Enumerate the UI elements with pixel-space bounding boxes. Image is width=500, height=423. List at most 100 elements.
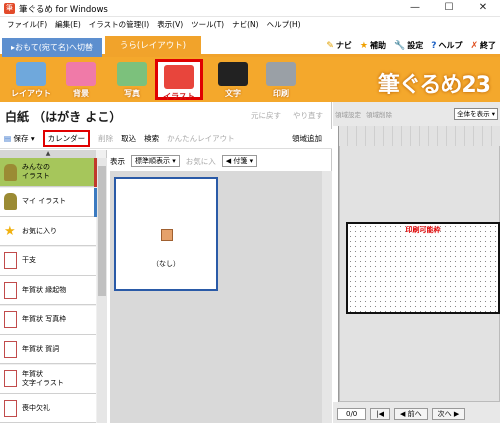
category-item[interactable]: みんなの イラスト: [0, 158, 97, 187]
delete-button[interactable]: 削除: [98, 133, 113, 144]
brand-logo: 筆ぐるめ23: [377, 73, 491, 98]
card-icon: [4, 340, 17, 358]
category-label: 年賀状 写真枠: [22, 315, 67, 323]
category-label: 年賀状 縁起物: [22, 285, 67, 294]
star-icon: ★: [4, 222, 17, 240]
menu-edit[interactable]: 編集(E): [51, 17, 85, 31]
zoom-select-value: 全体を表示: [457, 110, 490, 118]
card-icon: [4, 399, 17, 417]
category-item[interactable]: 年賀状 縁起物: [0, 276, 96, 305]
illust-thumbnail[interactable]: （なし）: [114, 177, 218, 291]
tag-select[interactable]: ◀ 付箋 ▾: [221, 155, 258, 167]
category-label: マイ イラスト: [22, 197, 67, 205]
tab-back-layout[interactable]: うら(レイアウト): [105, 36, 201, 57]
sort-select-value: 標準順表示: [135, 157, 170, 165]
top-tool-wrench[interactable]: 🔧 設定: [394, 40, 423, 51]
top-tool-label: ヘルプ: [438, 41, 463, 50]
preview-toolbar: 領域設定 領域削除 全体を表示 ▾: [333, 108, 500, 120]
top-tool-label: 補助: [370, 41, 386, 50]
category-item[interactable]: ★ お気に入り: [0, 217, 96, 246]
category-scrollbar[interactable]: [97, 158, 107, 423]
category-item[interactable]: 年賀状 賀詞: [0, 335, 96, 364]
toolbar-background-button[interactable]: 背景: [57, 59, 105, 100]
maximize-button[interactable]: ☐: [432, 0, 466, 17]
category-label: 年賀状 文字イラスト: [22, 369, 64, 387]
undo-button[interactable]: 元に戻す: [251, 110, 281, 121]
top-tool-label: 終了: [480, 41, 496, 50]
card-icon: [4, 311, 17, 328]
illust-scrollbar[interactable]: [322, 171, 332, 423]
postcard-page[interactable]: 印刷可能枠: [346, 222, 500, 314]
top-tool-label: ナビ: [335, 41, 352, 50]
wrench-icon: 🔧: [394, 40, 406, 51]
search-button[interactable]: 検索: [144, 133, 159, 144]
toolbar-print-button[interactable]: 印刷: [257, 59, 305, 100]
page-counter: 0/0: [337, 408, 367, 420]
toolbar-label: 文字: [225, 89, 241, 98]
category-item[interactable]: 年賀状 写真枠: [0, 305, 96, 335]
photo-icon: [117, 62, 147, 86]
import-button[interactable]: 取込: [121, 133, 136, 144]
prev-page-button[interactable]: ◀ 前へ: [394, 408, 428, 420]
next-page-button[interactable]: 次へ ▶: [431, 408, 466, 420]
help-icon: ?: [431, 40, 437, 51]
calendar-button[interactable]: カレンダー: [42, 130, 91, 147]
category-item[interactable]: 干支: [0, 246, 96, 276]
main-toolbar: 印刷 文字 イラスト 写真 背景 レイアウト 筆ぐるめ23: [0, 57, 500, 102]
card-icon: [4, 252, 17, 269]
text-icon: [218, 62, 248, 86]
redo-button[interactable]: やり直す: [293, 110, 323, 121]
area-setting-button[interactable]: 領域設定: [335, 109, 361, 119]
category-item[interactable]: 年賀状 文字イラスト: [0, 364, 96, 394]
print-icon: [266, 62, 296, 86]
first-page-button[interactable]: |◀: [370, 408, 391, 420]
page-navigation: 0/0 |◀ ◀ 前へ 次へ ▶: [333, 406, 500, 422]
category-label: 干支: [22, 256, 36, 264]
title-bar: 筆 筆ぐるめ for Windows — ☐ ✕: [0, 0, 500, 17]
category-item[interactable]: マイ イラスト: [0, 187, 97, 217]
category-label: 喪中欠礼: [22, 403, 50, 412]
app-icon: 筆: [4, 3, 15, 14]
close-button[interactable]: ✕: [466, 0, 500, 17]
toolbar-photo-button[interactable]: 写真: [108, 59, 156, 100]
menu-bar: ファイル(F) 編集(E) イラストの管理(I) 表示(V) ツール(T) ナビ…: [0, 17, 500, 31]
prev-label: 前へ: [407, 410, 422, 418]
category-scroll-up[interactable]: ▲: [0, 150, 96, 158]
pointer-icon: ✎: [326, 40, 334, 51]
category-color-bar: [94, 187, 97, 217]
favorite-filter[interactable]: お気に入: [186, 156, 216, 167]
top-tool-help[interactable]: ? ヘルプ: [431, 40, 462, 51]
window-title: 筆ぐるめ for Windows: [19, 5, 108, 15]
menu-file[interactable]: ファイル(F): [3, 17, 51, 31]
save-button[interactable]: ▤ 保存 ▾: [4, 133, 35, 144]
toolbar-layout-button[interactable]: レイアウト: [7, 59, 55, 100]
menu-tools[interactable]: ツール(T): [187, 17, 228, 31]
add-area-button[interactable]: 領域追加: [292, 133, 322, 144]
top-tool-label: 設定: [407, 41, 424, 50]
top-tool-star[interactable]: ★ 補助: [360, 40, 386, 51]
illust-icon: [164, 65, 194, 89]
category-scroll-thumb[interactable]: [98, 166, 106, 296]
top-tool-exit[interactable]: ✗ 終了: [470, 40, 496, 51]
display-label: 表示: [110, 156, 125, 166]
easy-layout-button[interactable]: かんたんレイアウト: [167, 133, 235, 144]
illust-grid: （なし）: [110, 171, 322, 423]
menu-illust-manage[interactable]: イラストの管理(I): [85, 17, 153, 31]
toolbar-illust-button[interactable]: イラスト: [155, 59, 203, 101]
exit-icon: ✗: [470, 40, 478, 51]
sort-select[interactable]: 標準順表示 ▾: [131, 155, 180, 167]
background-icon: [66, 62, 96, 86]
menu-help[interactable]: ヘルプ(H): [263, 17, 305, 31]
minimize-button[interactable]: —: [398, 0, 432, 17]
area-delete-button[interactable]: 領域削除: [366, 109, 392, 119]
menu-navi[interactable]: ナビ(N): [228, 17, 262, 31]
zoom-select[interactable]: 全体を表示 ▾: [454, 108, 498, 120]
menu-view[interactable]: 表示(V): [153, 17, 187, 31]
category-label: みんなの イラスト: [22, 163, 50, 180]
top-tool-pointer[interactable]: ✎ ナビ: [326, 40, 352, 51]
category-item[interactable]: 喪中欠礼: [0, 394, 96, 423]
tab-front-address[interactable]: ▸おもて(宛て名)へ切替: [2, 38, 102, 57]
tabs-row: ▸おもて(宛て名)へ切替 うら(レイアウト) ✎ ナビ ★ 補助 🔧 設定? ヘルプ ✗ 終了: [0, 31, 500, 57]
toolbar-label: 背景: [73, 89, 89, 98]
toolbar-text-button[interactable]: 文字: [209, 59, 257, 100]
